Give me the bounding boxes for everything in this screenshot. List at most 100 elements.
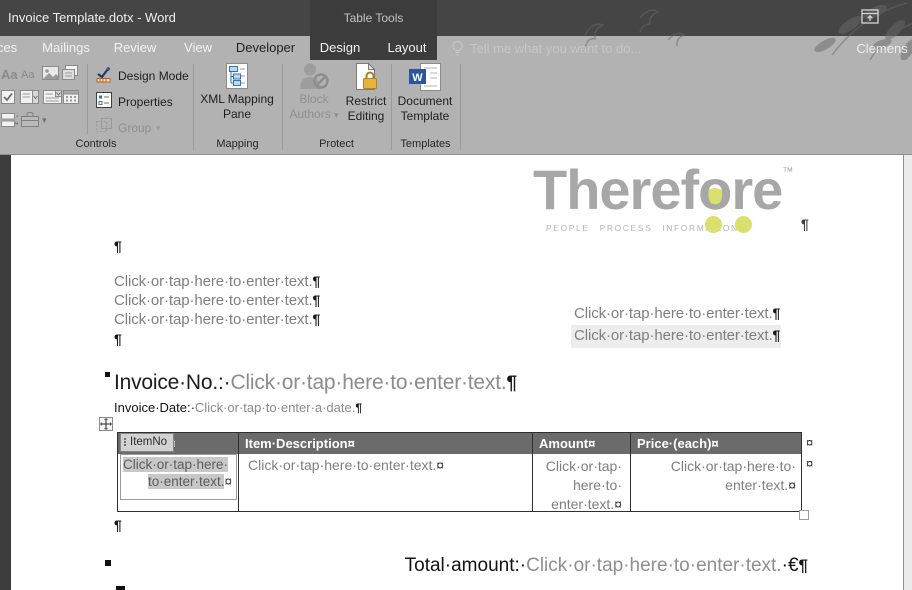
restrict-editing-button[interactable]: Restrict Editing [340,62,392,136]
placeholder-text[interactable]: Click·or·tap·here·to·enter·text. [574,305,773,322]
xml-mapping-label-1: XML Mapping [200,92,274,106]
placeholder-text[interactable]: enter·text. [725,477,788,493]
pilcrow: ¶ [114,331,122,347]
controls-group-label: Controls [0,138,192,150]
invoice-no-label: Invoice·No.:· [114,371,230,394]
tab-view[interactable]: View [178,36,218,60]
table-cell-amount[interactable]: Click·or·tap· here·to· enter·text.¤ [533,454,631,511]
address-placeholder-line[interactable]: Click·or·tap·here·to·enter·text.¶ [114,291,320,310]
pilcrow: ¶ [506,373,516,394]
address-placeholder-line[interactable]: Click·or·tap·here·to·enter·text.¶ [114,272,320,291]
placeholder-text[interactable]: Click·or·tap·here·to·enter·text. [574,327,773,344]
templates-group-label: Templates [392,138,459,150]
cell-end-mark: ¤ [436,457,444,473]
combo-box-control-icon[interactable] [20,90,39,104]
invoice-date-line[interactable]: Invoice·Date:·Click·or·tap·to·enter·a·da… [114,400,362,415]
restrict-editing-icon [353,62,379,92]
total-label: Total·amount:· [405,555,526,576]
right-placeholder-line[interactable]: Click·or·tap·here·to·enter·text.¶ [574,305,780,323]
heading-bullet [105,372,110,377]
placeholder-text[interactable]: to·enter·text. [148,474,225,489]
table-header-amount[interactable]: Amount¤ [533,433,631,454]
account-user-name[interactable]: Clemens P [856,41,912,56]
logo-part2: re [731,158,782,221]
invoice-no-placeholder[interactable]: Click·or·tap·here·to·enter·text. [230,371,506,394]
block-authors-label-1: Block [299,92,328,106]
tag-label: ItemNo [130,436,167,448]
table-header-price[interactable]: Price·(each)¤ [631,433,801,454]
properties-icon[interactable] [96,92,112,108]
document-template-button[interactable]: W Document Template [392,62,458,136]
tab-mailings[interactable]: Mailings [36,36,96,60]
xml-mapping-icon [223,62,251,90]
table-header-description[interactable]: Item·Description¤ [239,433,533,454]
cell-end-mark: ¤ [348,436,355,451]
invoice-date-placeholder[interactable]: Click·or·tap·to·enter·a·date. [195,400,355,415]
vertical-scrollbar[interactable] [903,155,912,590]
tab-review[interactable]: Review [110,36,160,60]
block-authors-button: Block Authors ▾ [288,62,340,136]
logo-o: o [698,158,731,221]
placeholder-text[interactable]: Click·or·tap·here·to·enter·text. [114,273,313,290]
date-picker-control-icon[interactable] [63,89,79,104]
table-cell-price[interactable]: Click·or·tap·here·to· enter·text.¤ [631,454,801,511]
group-button: Group [118,121,151,135]
logo-wordmark: Therefore™ [533,162,793,218]
tab-design[interactable]: Design [316,36,364,60]
xml-mapping-pane-button[interactable]: XML Mapping Pane [198,62,276,136]
pilcrow: ¶ [114,238,122,254]
word-badge: W [412,72,423,84]
document-template-label-1: Document [398,94,453,108]
ribbon-display-options-icon[interactable] [861,9,879,24]
row-end-mark: ¤ [806,456,813,471]
placeholder-text[interactable]: Click·or·tap·here·to·enter·text. [114,311,313,328]
rich-text-control-icon[interactable]: Aa [1,67,18,82]
item-no-content-control[interactable]: Click·or·tap·here· to·enter·text.¤ [120,454,237,500]
legacy-tools-caret[interactable]: ▾ [42,115,47,126]
protect-group-label: Protect [283,138,390,150]
total-placeholder[interactable]: Click·or·tap·here·to·enter·text. [526,555,782,576]
table-resize-handle[interactable] [799,510,809,520]
total-amount-line[interactable]: Total·amount:·Click·or·tap·here·to·enter… [300,555,808,577]
block-authors-label-2: Authors [289,107,330,121]
tab-developer[interactable]: Developer [224,36,307,60]
pilcrow: ¶ [114,517,122,533]
address-placeholder-line[interactable]: Click·or·tap·here·to·enter·text.¶ [114,310,320,329]
pilcrow: ¶ [799,556,808,575]
building-block-gallery-icon[interactable] [62,65,78,80]
tag-handle-icon[interactable] [124,438,126,440]
table-move-handle[interactable] [99,417,113,431]
tell-me-box[interactable]: Tell me what you want to do... [470,41,641,56]
design-mode-button[interactable]: Design Mode [118,69,189,83]
properties-button[interactable]: Properties [118,95,173,109]
content-control-tag-itemno[interactable]: ItemNo [120,433,174,452]
picture-control-icon[interactable] [42,66,59,80]
plain-text-control-icon[interactable]: Aa [21,69,34,81]
document-template-icon: W [408,62,442,92]
checkbox-control-icon[interactable] [1,90,16,104]
xml-mapping-label-2: Pane [223,107,251,121]
cell-end-mark: ¤ [711,436,718,451]
placeholder-text[interactable]: Click·or·tap·here·to· [671,458,796,474]
placeholder-text[interactable]: Click·or·tap· [546,458,622,474]
table-cell-description[interactable]: Click·or·tap·here·to·enter·text.¤ [239,454,533,511]
dropdown-list-control-icon[interactable] [43,90,62,104]
logo-part1: Theref [533,158,698,221]
invoice-no-line[interactable]: Invoice·No.:·Click·or·tap·here·to·enter·… [114,371,517,395]
placeholder-text[interactable]: Click·or·tap·here·to·enter·text. [114,292,313,309]
placeholder-text[interactable]: Click·or·tap·here· [123,457,228,472]
pilcrow: ¶ [773,327,781,343]
repeating-section-control-icon[interactable] [1,113,18,128]
placeholder-text[interactable]: enter·text. [551,496,614,512]
address-placeholder-block: Click·or·tap·here·to·enter·text.¶ Click·… [114,272,320,329]
placeholder-text[interactable]: here·to· [573,477,622,493]
design-mode-icon[interactable] [95,65,113,83]
placeholder-text[interactable]: Click·or·tap·here·to·enter·text. [248,457,436,473]
legacy-tools-icon[interactable] [21,112,39,127]
tab-references-partial[interactable]: ces [0,36,20,60]
cell-end-mark: ¤ [614,496,622,512]
logo-trademark: ™ [782,166,793,178]
mapping-group-label: Mapping [194,138,281,150]
tab-layout[interactable]: Layout [382,36,432,60]
right-placeholder-highlight[interactable]: Click·or·tap·here·to·enter·text.¶ [571,325,781,348]
